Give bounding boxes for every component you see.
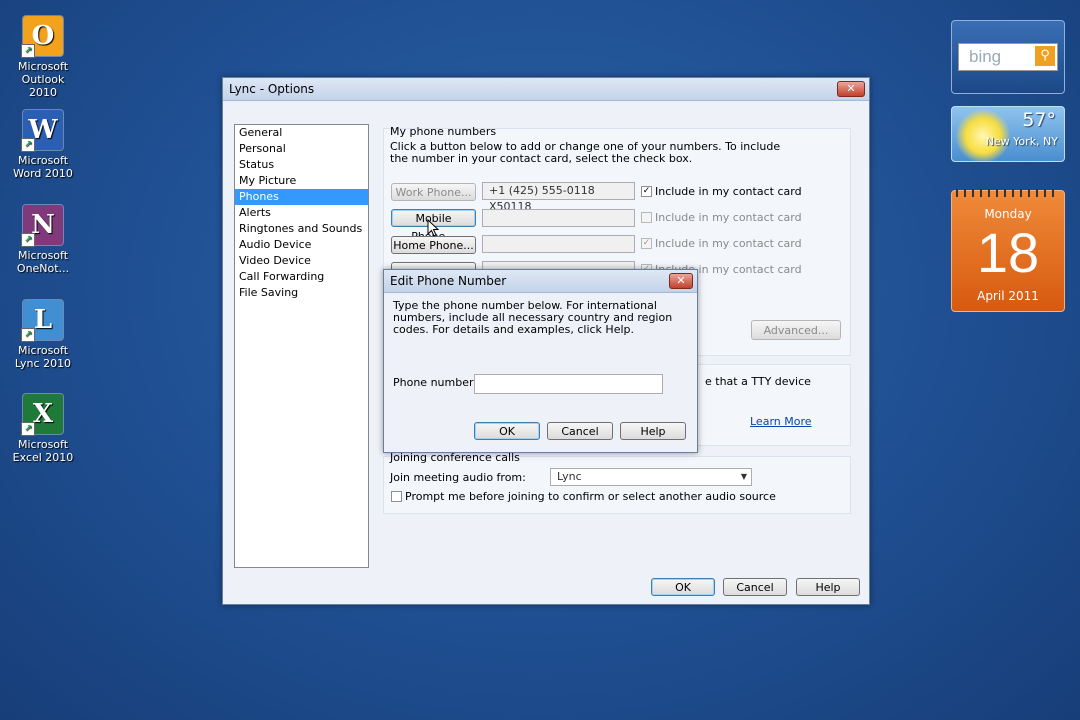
nav-item-personal[interactable]: Personal <box>235 141 368 157</box>
nav-item-audio-device[interactable]: Audio Device <box>235 237 368 253</box>
desktop-icon-excel[interactable]: X ↗ Microsoft Excel 2010 <box>8 394 78 464</box>
desktop: O ↗ Microsoft Outlook 2010 W ↗ Microsoft W… <box>0 0 1080 720</box>
weather-city: New York, NY <box>985 135 1058 148</box>
edit-dialog-cancel-button[interactable]: Cancel <box>547 422 613 440</box>
search-icon[interactable]: ⚲ <box>1035 46 1055 66</box>
join-audio-select[interactable]: Lync ▼ <box>550 468 752 486</box>
edit-dialog-ok-button[interactable]: OK <box>474 422 540 440</box>
calendar-rings <box>956 189 1060 197</box>
edit-dialog-titlebar[interactable]: Edit Phone Number ✕ <box>384 270 697 293</box>
edit-dialog-help-button[interactable]: Help <box>620 422 686 440</box>
ok-button[interactable]: OK <box>651 578 715 596</box>
home-phone-field <box>482 235 635 253</box>
shortcut-arrow-icon: ↗ <box>21 422 35 436</box>
desktop-icon-label-line2: Excel 2010 <box>12 451 74 464</box>
home-phone-button[interactable]: Home Phone... <box>391 236 476 254</box>
help-button[interactable]: Help <box>796 578 860 596</box>
nav-item-general[interactable]: General <box>235 125 368 141</box>
prompt-before-join-label: Prompt me before joining to confirm or s… <box>405 490 776 503</box>
close-icon[interactable]: ✕ <box>837 81 865 97</box>
excel-icon: X ↗ <box>21 394 63 436</box>
work-phone-field: +1 (425) 555-0118 X50118 <box>482 182 635 213</box>
desktop-icon-label-line1: Microsoft <box>17 60 69 73</box>
nav-item-status[interactable]: Status <box>235 157 368 173</box>
nav-item-alerts[interactable]: Alerts <box>235 205 368 221</box>
chevron-down-icon: ▼ <box>740 472 747 481</box>
bing-search-input[interactable]: bing ⚲ <box>958 43 1058 71</box>
shortcut-arrow-icon: ↗ <box>21 44 35 58</box>
work-phone-button[interactable]: Work Phone... <box>391 183 476 201</box>
shortcut-arrow-icon: ↗ <box>21 233 35 247</box>
home-phone-include-checkbox[interactable]: ✓ <box>641 238 652 249</box>
desktop-icon-label-line1: Microsoft <box>17 154 69 167</box>
calendar-month: April 2011 <box>977 289 1039 303</box>
desktop-icon-onenote[interactable]: N ↗ Microsoft OneNot... <box>8 205 78 275</box>
onenote-icon: N ↗ <box>21 205 63 247</box>
outlook-icon: O ↗ <box>21 16 63 58</box>
lync-icon: L ↗ <box>21 300 63 342</box>
work-phone-include-checkbox[interactable]: ✓ <box>641 186 652 197</box>
desktop-icon-lync[interactable]: L ↗ Microsoft Lync 2010 <box>8 300 78 370</box>
options-title: Lync - Options <box>229 82 315 96</box>
weather-temperature: 57° <box>1022 109 1056 131</box>
nav-item-ringtones[interactable]: Ringtones and Sounds <box>235 221 368 237</box>
join-audio-value: Lync <box>557 470 582 483</box>
desktop-icon-outlook[interactable]: O ↗ Microsoft Outlook 2010 <box>8 16 78 99</box>
close-icon[interactable]: ✕ <box>669 273 693 289</box>
learn-more-link[interactable]: Learn More <box>750 415 812 428</box>
calendar-day: Monday <box>984 207 1032 221</box>
mouse-pointer-icon <box>427 219 439 237</box>
shortcut-arrow-icon: ↗ <box>21 328 35 342</box>
word-icon: W ↗ <box>21 110 63 152</box>
edit-dialog-title: Edit Phone Number <box>390 274 507 288</box>
desktop-icon-label-line2: OneNot... <box>16 262 70 275</box>
desktop-icon-label-line1: Microsoft <box>17 249 69 262</box>
desktop-icon-label-line2: Outlook 2010 <box>21 73 65 99</box>
nav-item-file-saving[interactable]: File Saving <box>235 285 368 301</box>
mobile-phone-include-checkbox[interactable] <box>641 212 652 223</box>
calendar-date: 18 <box>976 221 1040 284</box>
desktop-icon-label-line2: Lync 2010 <box>14 357 72 370</box>
cancel-button[interactable]: Cancel <box>723 578 787 596</box>
prompt-before-join-checkbox[interactable] <box>391 491 402 502</box>
calendar-gadget[interactable]: Monday 18 April 2011 <box>951 189 1065 312</box>
bing-logo: bing <box>969 47 1002 66</box>
nav-item-phones[interactable]: Phones <box>235 189 368 205</box>
phone-number-input[interactable] <box>474 374 663 394</box>
mobile-phone-field <box>482 209 635 227</box>
bing-search-gadget: bing ⚲ <box>951 20 1065 94</box>
work-phone-include-label: Include in my contact card <box>655 185 802 198</box>
desktop-icon-word[interactable]: W ↗ Microsoft Word 2010 <box>8 110 78 180</box>
nav-item-call-forwarding[interactable]: Call Forwarding <box>235 269 368 285</box>
desktop-icon-label-line2: Word 2010 <box>13 167 73 180</box>
nav-item-my-picture[interactable]: My Picture <box>235 173 368 189</box>
shortcut-arrow-icon: ↗ <box>21 138 35 152</box>
edit-phone-number-dialog: Edit Phone Number ✕ Type the phone numbe… <box>383 269 698 453</box>
desktop-icon-label-line1: Microsoft <box>17 438 69 451</box>
join-audio-label: Join meeting audio from: <box>390 471 526 484</box>
options-titlebar[interactable]: Lync - Options ✕ <box>223 78 869 101</box>
mobile-phone-include-label: Include in my contact card <box>655 211 802 224</box>
tty-text: e that a TTY device <box>705 375 811 388</box>
edit-dialog-instructions: Type the phone number below. For interna… <box>393 299 673 336</box>
weather-gadget[interactable]: 57° New York, NY <box>951 106 1065 162</box>
home-phone-include-label: Include in my contact card <box>655 237 802 250</box>
options-nav-list: General Personal Status My Picture Phone… <box>234 124 369 568</box>
desktop-icon-label-line1: Microsoft <box>17 344 69 357</box>
phone-numbers-heading: My phone numbers <box>390 125 497 138</box>
advanced-button[interactable]: Advanced... <box>751 320 841 340</box>
nav-item-video-device[interactable]: Video Device <box>235 253 368 269</box>
phone-numbers-description: Click a button below to add or change on… <box>390 140 781 165</box>
phone-number-label: Phone number: <box>393 376 478 389</box>
